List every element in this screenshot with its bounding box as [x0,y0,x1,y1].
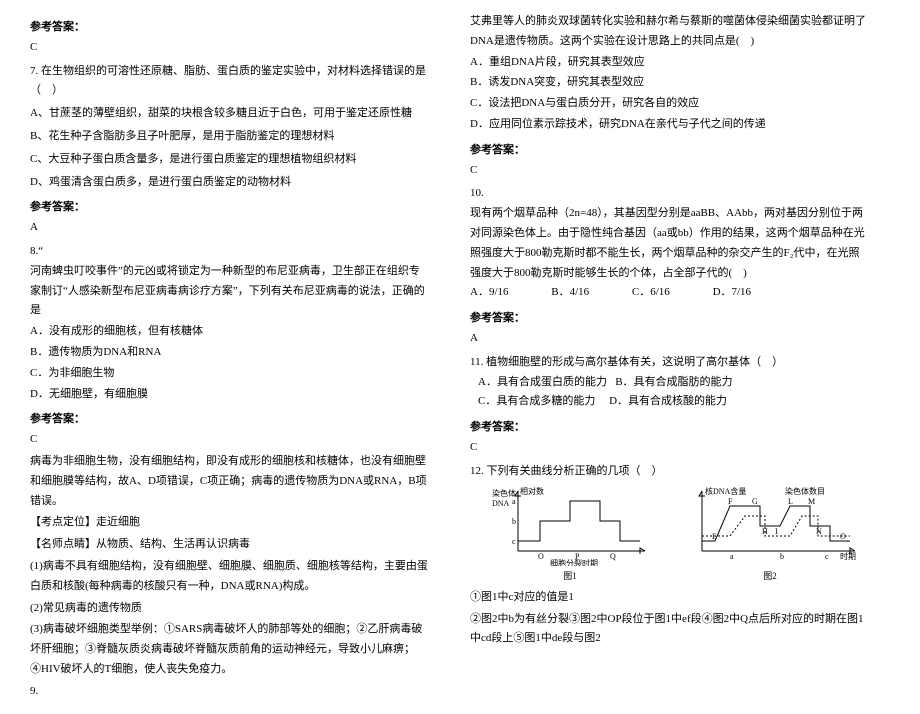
svg-text:H: H [762,527,768,536]
chart-1-svg: 染色体 DNA 相对数 a b c O P Q 细胞分裂时期 [490,486,650,566]
answer-11: C [470,438,870,458]
answer-8: C [30,430,430,450]
answer-9: C [470,161,870,181]
answer-label: 参考答案： [30,410,430,430]
svg-text:G: G [752,497,758,506]
q8-explain-2: 【考点定位】走近细胞 [30,513,430,533]
q11-row1: A．具有合成蛋白质的能力 B．具有合成脂肪的能力 [478,373,870,393]
chart1-ylabel-2: DNA [492,499,510,508]
answer-10: A [470,329,870,349]
q12-sub-2: ②图2中b为有丝分裂③图2中OP段位于图1中ef段④图2中Q点后所对应的时期在图… [470,610,870,650]
svg-text:E: E [712,532,717,541]
q11-option-d: D．具有合成核酸的能力 [609,395,727,407]
chart2-c: c [825,552,829,561]
chart-1: 染色体 DNA 相对数 a b c O P Q 细胞分裂时期 [490,486,650,584]
q10-option-c: C．6/16 [632,286,670,298]
q9-option-b: B．诱发DNA突变，研究其表型效应 [470,73,870,93]
q7-option-a: A、甘蔗茎的薄壁组织，甜菜的块根含较多糖且近于白色，可用于鉴定还原性糖 [30,104,430,124]
question-12: 12. 下列有关曲线分析正确的几项（ ） [470,462,870,482]
answer-7: A [30,218,430,238]
q9-option-a: A．重组DNA片段，研究其表型效应 [470,53,870,73]
q8-option-d: D．无细胞壁，有细胞膜 [30,385,430,405]
q8-explain-6: (3)病毒破坏细胞类型举例：①SARS病毒破坏人的肺部等处的细胞；②乙肝病毒破坏… [30,620,430,679]
chart-2: 核DNA含量 染色体数目 E F G H I L M [690,486,850,584]
chart1-c: c [512,537,516,546]
answer-label: 参考答案： [470,309,870,329]
q8-options: A．没有成形的细胞核，但有核糖体 B．遗传物质为DNA和RNA C．为非细胞生物… [30,322,430,404]
q12-sub-1: ①图1中c对应的值是1 [470,588,870,608]
question-9-text: 艾弗里等人的肺炎双球菌转化实验和赫尔希与蔡斯的噬菌体侵染细菌实验都证明了DNA是… [470,12,870,52]
svg-text:L: L [788,497,793,506]
svg-text:I: I [775,527,778,536]
q8-explain-3: 【名师点睛】从物质、结构、生活再认识病毒 [30,535,430,555]
q9-option-c: C．设法把DNA与蛋白质分开，研究各自的效应 [470,94,870,114]
chart1-O: O [538,552,544,561]
question-8-num: 8.“ [30,242,430,262]
q7-option-d: D、鸡蛋清含蛋白质多，是进行蛋白质鉴定的动物材料 [30,173,430,193]
q7-option-c: C、大豆种子蛋白质含量多，是进行蛋白质鉴定的理想植物组织材料 [30,150,430,170]
right-column: 艾弗里等人的肺炎双球菌转化实验和赫尔希与蔡斯的噬菌体侵染细菌实验都证明了DNA是… [470,12,870,702]
charts-row: 染色体 DNA 相对数 a b c O P Q 细胞分裂时期 [490,486,870,584]
question-10-num: 10. [470,184,870,204]
q9-options: A．重组DNA片段，研究其表型效应 B．诱发DNA突变，研究其表型效应 C．设法… [470,53,870,135]
q10-option-d: D．7/16 [713,286,752,298]
chart2-b: b [780,552,784,561]
question-11: 11. 植物细胞壁的形成与高尔基体有关，这说明了高尔基体（ ） [470,353,870,373]
left-column: 参考答案： C 7. 在生物组织的可溶性还原糖、脂肪、蛋白质的鉴定实验中，对材料… [30,12,430,702]
answer-label: 参考答案： [30,198,430,218]
answer-label: 参考答案： [470,418,870,438]
q11-row2: C．具有合成多糖的能力 D．具有合成核酸的能力 [478,392,870,412]
q8-option-a: A．没有成形的细胞核，但有核糖体 [30,322,430,342]
answer-label: 参考答案： [470,141,870,161]
svg-text:F: F [728,497,733,506]
chart1-xlabel: 细胞分裂时期 [550,558,598,566]
svg-text:O: O [840,532,846,541]
q8-explain-1: 病毒为非细胞生物，没有细胞结构，即没有成形的细胞核和核糖体，也没有细胞壁和细胞膜… [30,452,430,511]
svg-text:M: M [808,497,815,506]
q11-option-c: C．具有合成多糖的能力 [478,395,595,407]
chart2-ylabel: 核DNA含量 [705,486,746,496]
chart2-a: a [730,552,734,561]
question-8-text: 河南蜱虫叮咬事件”的元凶或将锁定为一种新型的布尼亚病毒，卫生部正在组织专家制订“… [30,262,430,321]
q8-option-c: C．为非细胞生物 [30,364,430,384]
chart1-a: a [512,497,516,506]
q8-explain-5: (2)常见病毒的遗传物质 [30,599,430,619]
q10-options: A．9/16 B．4/16 C．6/16 D．7/16 [470,283,870,303]
question-9-num: 9. [30,682,430,702]
chart2-caption: 图2 [690,568,850,584]
q8-explain-4: (1)病毒不具有细胞结构，没有细胞壁、细胞膜、细胞质、细胞核等结构，主要由蛋白质… [30,557,430,597]
question-7: 7. 在生物组织的可溶性还原糖、脂肪、蛋白质的鉴定实验中，对材料选择错误的是（ … [30,62,430,102]
chart-2-svg: 核DNA含量 染色体数目 E F G H I L M [690,486,860,566]
answer-6: C [30,38,430,58]
chart1-caption: 图1 [490,568,650,584]
answer-label: 参考答案： [30,18,430,38]
q10-option-b: B．4/16 [551,286,589,298]
q11-option-a: A．具有合成蛋白质的能力 [478,376,607,388]
question-10-text: 现有两个烟草品种（2n=48），其基因型分别是aaBB、AAbb，两对基因分别位… [470,204,870,283]
q8-option-b: B．遗传物质为DNA和RNA [30,343,430,363]
chart1-Q: Q [610,552,616,561]
chart1-b: b [512,517,516,526]
chart2-ylabel2: 染色体数目 [785,486,825,496]
q7-option-b: B、花生种子含脂肪多且子叶肥厚，是用于脂肪鉴定的理想材料 [30,127,430,147]
chart1-ylabel-3: 相对数 [520,486,544,496]
q9-option-d: D．应用同位素示踪技术，研究DNA在亲代与子代之间的传递 [470,115,870,135]
svg-text:N: N [816,527,822,536]
q10-option-a: A．9/16 [470,286,509,298]
q11-option-b: B．具有合成脂肪的能力 [615,376,732,388]
chart2-xlabel: 时期 [840,551,856,561]
